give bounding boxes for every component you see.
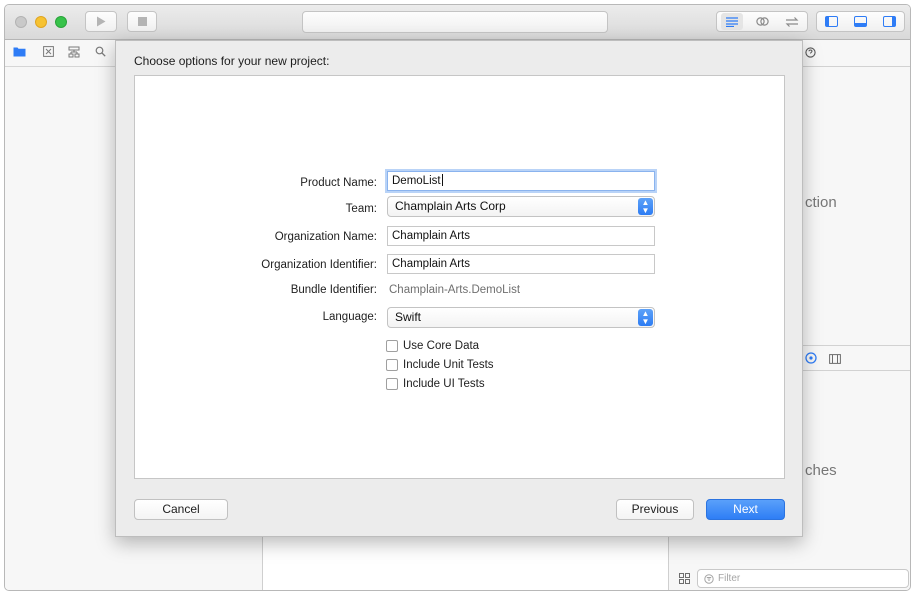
use-core-data-option[interactable]: Use Core Data: [386, 339, 479, 353]
close-window-button[interactable]: [15, 16, 27, 28]
minimize-window-button[interactable]: [35, 16, 47, 28]
media-library-icon[interactable]: [829, 353, 841, 367]
use-core-data-label: Use Core Data: [403, 340, 480, 352]
popup-stepper-icon: ▲ ▼: [638, 309, 653, 326]
hierarchy-icon[interactable]: [67, 46, 81, 60]
cancel-button[interactable]: Cancel: [134, 499, 228, 520]
bundle-identifier-value: Champlain-Arts.DemoList: [389, 284, 521, 296]
debug-area-toggle-icon[interactable]: [850, 13, 872, 30]
team-label: Team:: [345, 203, 377, 215]
organization-name-field[interactable]: Champlain Arts: [387, 226, 655, 246]
filter-placeholder: Filter: [718, 573, 741, 584]
view-toggle-control[interactable]: [816, 11, 905, 32]
inspector-help-icon[interactable]: [805, 47, 816, 61]
activity-viewer: [302, 11, 608, 33]
filter-icon: [704, 573, 714, 584]
include-unit-tests-checkbox[interactable]: [386, 359, 398, 371]
include-ui-tests-label: Include UI Tests: [403, 378, 485, 390]
next-button[interactable]: Next: [706, 499, 785, 520]
source-control-icon[interactable]: [41, 46, 55, 60]
editor-mode-control[interactable]: [716, 11, 808, 32]
find-icon[interactable]: [93, 46, 107, 60]
use-core-data-checkbox[interactable]: [386, 340, 398, 352]
run-button[interactable]: [85, 11, 117, 32]
popup-stepper-icon: ▲ ▼: [638, 198, 653, 215]
options-form: Product Name: DemoList Team: Champlain A…: [134, 75, 785, 479]
new-project-options-sheet: Choose options for your new project: Pro…: [115, 40, 803, 537]
organization-identifier-label: Organization Identifier:: [261, 259, 377, 271]
sheet-title: Choose options for your new project:: [134, 54, 330, 68]
include-ui-tests-option[interactable]: Include UI Tests: [386, 377, 485, 391]
stop-button[interactable]: [127, 11, 157, 32]
include-ui-tests-checkbox[interactable]: [386, 378, 398, 390]
standard-editor-icon[interactable]: [721, 13, 743, 30]
navigator-toggle-icon[interactable]: [821, 13, 843, 30]
language-label: Language:: [322, 311, 377, 323]
stop-icon: [137, 17, 147, 26]
include-unit-tests-option[interactable]: Include Unit Tests: [386, 358, 494, 372]
product-name-label: Product Name:: [300, 177, 377, 189]
library-filter-field[interactable]: Filter: [697, 569, 909, 588]
organization-name-label: Organization Name:: [274, 231, 377, 243]
assistant-editor-icon[interactable]: [751, 13, 773, 30]
language-value: Swift: [395, 310, 422, 324]
file-template-library-icon[interactable]: [805, 352, 817, 367]
organization-identifier-value: Champlain Arts: [392, 258, 470, 270]
previous-button[interactable]: Previous: [616, 499, 694, 520]
organization-name-value: Champlain Arts: [392, 230, 470, 242]
bundle-identifier-label: Bundle Identifier:: [290, 284, 377, 296]
toolbar: [5, 5, 910, 40]
product-name-field[interactable]: DemoList: [387, 171, 655, 191]
library-placeholder-text: ches: [805, 462, 837, 479]
inspector-placeholder-text: ction: [805, 194, 837, 211]
zoom-window-button[interactable]: [55, 16, 67, 28]
play-icon: [97, 16, 106, 27]
grid-view-icon[interactable]: [679, 573, 690, 587]
version-editor-icon[interactable]: [781, 13, 803, 30]
team-popup[interactable]: Champlain Arts Corp ▲ ▼: [387, 196, 655, 217]
team-value: Champlain Arts Corp: [395, 199, 506, 213]
text-caret: [441, 174, 443, 186]
folder-icon[interactable]: [12, 46, 26, 60]
product-name-value: DemoList: [392, 175, 441, 187]
language-popup[interactable]: Swift ▲ ▼: [387, 307, 655, 328]
organization-identifier-field[interactable]: Champlain Arts: [387, 254, 655, 274]
utilities-toggle-icon[interactable]: [879, 13, 901, 30]
include-unit-tests-label: Include Unit Tests: [403, 359, 494, 371]
